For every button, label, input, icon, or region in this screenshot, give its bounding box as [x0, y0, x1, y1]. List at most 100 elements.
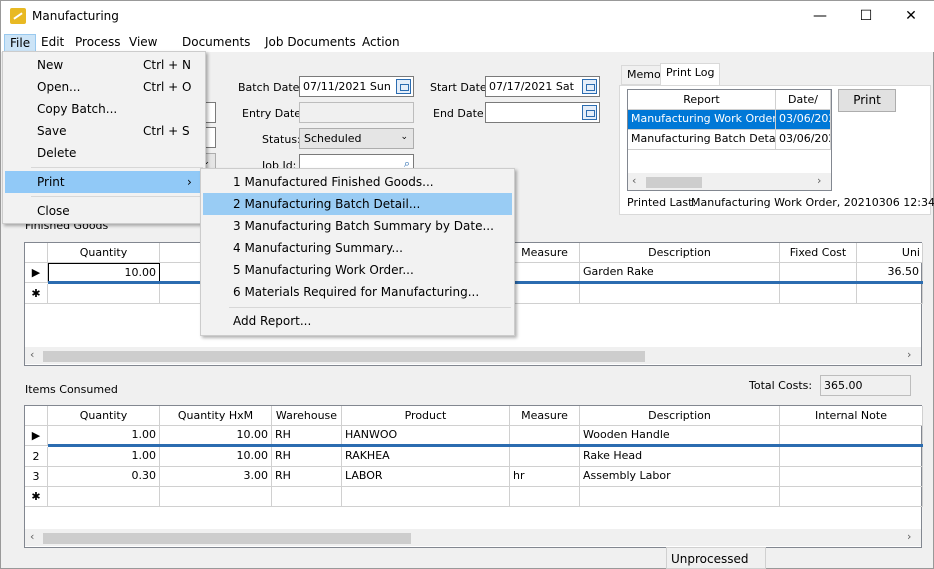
print-log-date[interactable]: 03/06/202 [776, 130, 831, 150]
print-report-item[interactable]: 3 Manufacturing Batch Summary by Date... [203, 215, 512, 237]
submenu-arrow-icon: › [187, 175, 192, 189]
print-report-item[interactable]: 2 Manufacturing Batch Detail... [203, 193, 512, 215]
ic-measure-cell[interactable] [510, 426, 580, 446]
menu-item-open[interactable]: Open... Ctrl + O [5, 76, 203, 98]
print-submenu: 1 Manufactured Finished Goods... 2 Manuf… [200, 168, 515, 336]
ic-warehouse-cell[interactable]: RH [272, 467, 342, 487]
ic-quantity-cell[interactable]: 1.00 [48, 426, 160, 446]
status-value: Scheduled [304, 132, 362, 145]
calendar-icon[interactable] [582, 79, 597, 94]
items-consumed-scrollbar[interactable]: ‹ › [25, 529, 921, 546]
ic-quantity-hxm-cell[interactable]: 3.00 [160, 467, 272, 487]
scroll-thumb[interactable] [43, 351, 645, 362]
fg-measure-cell[interactable] [510, 263, 580, 283]
fg-fixed-cost-cell[interactable] [780, 263, 857, 283]
menu-job-documents[interactable]: Job Documents [260, 34, 361, 52]
ic-product-cell[interactable]: RAKHEA [342, 447, 510, 467]
menu-file[interactable]: File [4, 34, 37, 52]
ic-quantity-cell[interactable]: 0.30 [48, 467, 160, 487]
calendar-icon[interactable] [396, 79, 411, 94]
fg-description-cell[interactable] [580, 284, 780, 304]
menu-documents[interactable]: Documents [177, 34, 255, 52]
row-indicator[interactable]: ▶ [25, 263, 48, 283]
ic-description-cell[interactable] [580, 487, 780, 507]
ic-product-cell[interactable] [342, 487, 510, 507]
ic-description-cell[interactable]: Assembly Labor [580, 467, 780, 487]
print-report-item[interactable]: 6 Materials Required for Manufacturing..… [203, 281, 512, 303]
fg-fixed-cost-cell[interactable] [780, 284, 857, 304]
ic-quantity-cell[interactable]: 1.00 [48, 447, 160, 467]
add-report-item[interactable]: Add Report... [203, 310, 512, 332]
menu-item-label: Open... [37, 80, 81, 94]
close-button[interactable]: ✕ [888, 1, 934, 32]
fg-description-cell[interactable]: Garden Rake [580, 263, 780, 283]
print-button[interactable]: Print [838, 89, 896, 112]
ic-note-cell[interactable] [780, 426, 923, 446]
end-date-field[interactable] [485, 102, 600, 123]
maximize-button[interactable]: ☐ [843, 1, 889, 32]
scroll-left-icon[interactable]: ‹ [30, 348, 34, 361]
start-date-field[interactable]: 07/17/2021 Sat [485, 76, 600, 97]
fg-quantity-cell[interactable]: 10.00 [48, 263, 160, 283]
menu-shortcut: Ctrl + N [143, 58, 192, 72]
finished-goods-scrollbar[interactable]: ‹ › [25, 347, 921, 364]
fg-unit-cell[interactable] [857, 284, 923, 304]
ic-quantity-hxm-cell[interactable]: 10.00 [160, 447, 272, 467]
menu-action[interactable]: Action [357, 34, 405, 52]
calendar-icon[interactable] [582, 105, 597, 120]
row-number[interactable]: 3 [25, 467, 48, 487]
print-log-date[interactable]: 03/06/202 [776, 110, 831, 130]
ic-note-cell[interactable] [780, 447, 923, 467]
menu-item-copy-batch[interactable]: Copy Batch... [5, 98, 203, 120]
menu-item-new[interactable]: New Ctrl + N [5, 54, 203, 76]
ic-description-cell[interactable]: Wooden Handle [580, 426, 780, 446]
fg-quantity-cell[interactable] [48, 284, 160, 304]
ic-note-cell[interactable] [780, 487, 923, 507]
tab-print-log[interactable]: Print Log [660, 63, 721, 85]
ic-warehouse-cell[interactable]: RH [272, 426, 342, 446]
scroll-right-icon[interactable]: › [907, 530, 911, 543]
fg-measure-cell[interactable] [510, 284, 580, 304]
menu-item-delete[interactable]: Delete [5, 142, 203, 164]
ic-warehouse-cell[interactable]: RH [272, 447, 342, 467]
menu-separator [229, 307, 511, 308]
ic-warehouse-cell[interactable] [272, 487, 342, 507]
print-log-report[interactable]: Manufacturing Work Order [628, 110, 776, 130]
scroll-right-icon[interactable]: › [817, 174, 821, 187]
ic-quantity-hxm-cell[interactable] [160, 487, 272, 507]
ic-measure-cell[interactable]: hr [510, 467, 580, 487]
minimize-button[interactable]: — [797, 1, 843, 32]
ic-measure-cell[interactable] [510, 447, 580, 467]
menu-item-print[interactable]: Print › [5, 171, 203, 193]
menu-edit[interactable]: Edit [36, 34, 69, 52]
ic-product-cell[interactable]: HANWOO [342, 426, 510, 446]
ic-quantity-hxm-cell[interactable]: 10.00 [160, 426, 272, 446]
batch-date-label: Batch Date: [238, 81, 304, 94]
print-log-scrollbar[interactable]: ‹ › [628, 173, 831, 190]
ic-description-cell[interactable]: Rake Head [580, 447, 780, 467]
row-indicator[interactable]: ▶ [25, 426, 48, 446]
scroll-left-icon[interactable]: ‹ [30, 530, 34, 543]
scroll-right-icon[interactable]: › [907, 348, 911, 361]
new-row-indicator[interactable]: ✱ [25, 487, 48, 507]
menu-view[interactable]: View [124, 34, 162, 52]
batch-date-field[interactable]: 07/11/2021 Sun [299, 76, 414, 97]
scroll-thumb[interactable] [43, 533, 411, 544]
scroll-thumb[interactable] [646, 177, 702, 188]
status-select[interactable]: Scheduled ⌄ [299, 128, 414, 149]
scroll-left-icon[interactable]: ‹ [632, 174, 636, 187]
print-report-item[interactable]: 4 Manufacturing Summary... [203, 237, 512, 259]
print-report-item[interactable]: 5 Manufacturing Work Order... [203, 259, 512, 281]
ic-quantity-cell[interactable] [48, 487, 160, 507]
ic-product-cell[interactable]: LABOR [342, 467, 510, 487]
print-report-item[interactable]: 1 Manufactured Finished Goods... [203, 171, 512, 193]
new-row-indicator[interactable]: ✱ [25, 284, 48, 304]
fg-unit-cell[interactable]: 36.50 [857, 263, 923, 283]
row-number[interactable]: 2 [25, 447, 48, 467]
menu-process[interactable]: Process [70, 34, 126, 52]
ic-measure-cell[interactable] [510, 487, 580, 507]
ic-note-cell[interactable] [780, 467, 923, 487]
menu-item-save[interactable]: Save Ctrl + S [5, 120, 203, 142]
menu-item-close[interactable]: Close [5, 200, 203, 222]
print-log-report[interactable]: Manufacturing Batch Detail [628, 130, 776, 150]
